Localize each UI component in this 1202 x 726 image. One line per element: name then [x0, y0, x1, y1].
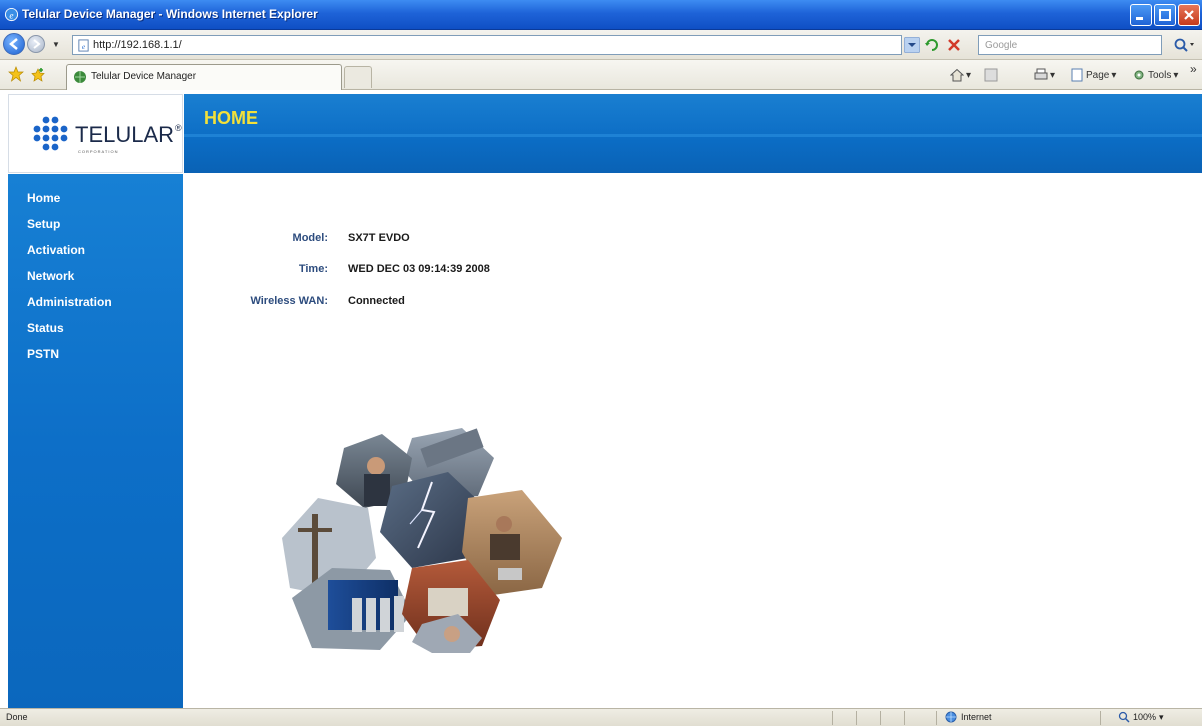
- zoom-icon: [1118, 711, 1130, 723]
- telular-logo-mark-icon: [33, 116, 68, 151]
- sidebar-item-activation[interactable]: Activation: [27, 243, 85, 257]
- zoom-dropdown-icon: ▾: [1159, 711, 1164, 722]
- model-label: Model:: [292, 232, 328, 244]
- svg-text:e: e: [9, 11, 13, 21]
- time-label: Time:: [298, 263, 328, 275]
- refresh-icon[interactable]: [924, 37, 940, 53]
- tab-label: Telular Device Manager: [91, 71, 197, 82]
- status-divider: [856, 711, 857, 725]
- search-input[interactable]: Google: [978, 35, 1162, 55]
- maximize-icon: [1159, 9, 1171, 21]
- logo-text: TELULAR®: [75, 122, 182, 147]
- close-icon: [1184, 10, 1194, 20]
- window-title: Telular Device Manager - Windows Interne…: [22, 7, 318, 21]
- print-icon: [1034, 68, 1048, 80]
- minimize-button[interactable]: [1130, 4, 1152, 26]
- security-zone-label: Internet: [961, 712, 992, 722]
- tools-menu[interactable]: Tools ▾: [1132, 68, 1178, 82]
- status-divider: [880, 711, 881, 725]
- tab-page-icon: [74, 71, 86, 83]
- maximize-button[interactable]: [1154, 4, 1176, 26]
- globe-icon: [945, 711, 957, 723]
- page-content: TELULAR® CORPORATION HOME Home Setup Act…: [0, 90, 1202, 708]
- status-divider: [936, 711, 937, 725]
- home-command[interactable]: ▾: [950, 68, 971, 82]
- page-menu-icon: [1071, 68, 1083, 82]
- tab-toolbar: Telular Device Manager ▾ ▾ Page ▾ Tools …: [0, 60, 1202, 90]
- back-arrow-icon: [9, 38, 18, 50]
- security-zone[interactable]: Internet: [945, 711, 992, 723]
- header-stripe: [184, 134, 1202, 137]
- home-icon: [950, 68, 964, 82]
- status-text: Done: [6, 712, 28, 722]
- status-divider: [904, 711, 905, 725]
- internet-explorer-icon: e: [4, 7, 19, 21]
- search-icon[interactable]: [1172, 37, 1196, 53]
- favorites-star-icon[interactable]: [8, 66, 24, 82]
- header-banner: HOME: [184, 94, 1202, 173]
- wireless-wan-value: Connected: [348, 295, 405, 307]
- url-text: http://192.168.1.1/: [93, 39, 182, 51]
- address-dropdown-icon[interactable]: [904, 37, 920, 53]
- sidebar-item-pstn[interactable]: PSTN: [27, 347, 59, 361]
- chevron-more-icon[interactable]: »: [1190, 62, 1197, 76]
- sidebar-item-administration[interactable]: Administration: [27, 295, 112, 309]
- feeds-icon: [984, 68, 998, 82]
- status-divider: [832, 711, 833, 725]
- status-bar: Done Internet 100% ▾: [0, 708, 1202, 726]
- search-placeholder: Google: [985, 40, 1018, 51]
- sidebar-item-network[interactable]: Network: [27, 269, 74, 283]
- sidebar-item-setup[interactable]: Setup: [27, 217, 60, 231]
- page-menu-label: Page: [1086, 69, 1110, 81]
- telular-logo: TELULAR® CORPORATION: [8, 94, 183, 173]
- gear-icon: [1134, 70, 1144, 80]
- add-favorite-icon[interactable]: [30, 67, 46, 83]
- status-divider: [1100, 711, 1101, 725]
- feeds-command[interactable]: [984, 68, 998, 82]
- page-menu[interactable]: Page ▾: [1070, 68, 1116, 82]
- zoom-control[interactable]: 100% ▾: [1118, 711, 1164, 723]
- new-tab-button[interactable]: [344, 66, 372, 88]
- zoom-level: 100%: [1133, 712, 1157, 722]
- sidebar-nav: Home Setup Activation Network Administra…: [8, 174, 183, 708]
- telecom-photo-collage: [282, 428, 562, 653]
- back-button[interactable]: [3, 33, 25, 55]
- address-field[interactable]: e http://192.168.1.1/: [72, 35, 902, 55]
- tools-menu-label: Tools: [1148, 69, 1172, 81]
- sidebar-item-home[interactable]: Home: [27, 191, 60, 205]
- minimize-icon: [1136, 17, 1143, 20]
- page-icon: e: [78, 39, 89, 52]
- tab-telular-device-manager[interactable]: Telular Device Manager: [66, 64, 342, 90]
- close-window-button[interactable]: [1178, 4, 1200, 26]
- address-toolbar: ▼ e http://192.168.1.1/ Google: [0, 30, 1202, 60]
- page-title: HOME: [204, 108, 258, 128]
- history-dropdown-icon[interactable]: ▼: [52, 40, 60, 49]
- window-titlebar[interactable]: e Telular Device Manager - Windows Inter…: [0, 0, 1202, 30]
- sidebar-item-status[interactable]: Status: [27, 321, 64, 335]
- stop-icon[interactable]: [946, 37, 962, 53]
- forward-button[interactable]: [27, 35, 45, 53]
- print-command[interactable]: ▾: [1034, 68, 1055, 82]
- model-value: SX7T EVDO: [348, 232, 410, 244]
- time-value: WED DEC 03 09:14:39 2008: [348, 263, 490, 275]
- wireless-wan-label: Wireless WAN:: [250, 295, 328, 307]
- logo-subtext: CORPORATION: [78, 149, 119, 154]
- forward-arrow-icon: [33, 39, 41, 49]
